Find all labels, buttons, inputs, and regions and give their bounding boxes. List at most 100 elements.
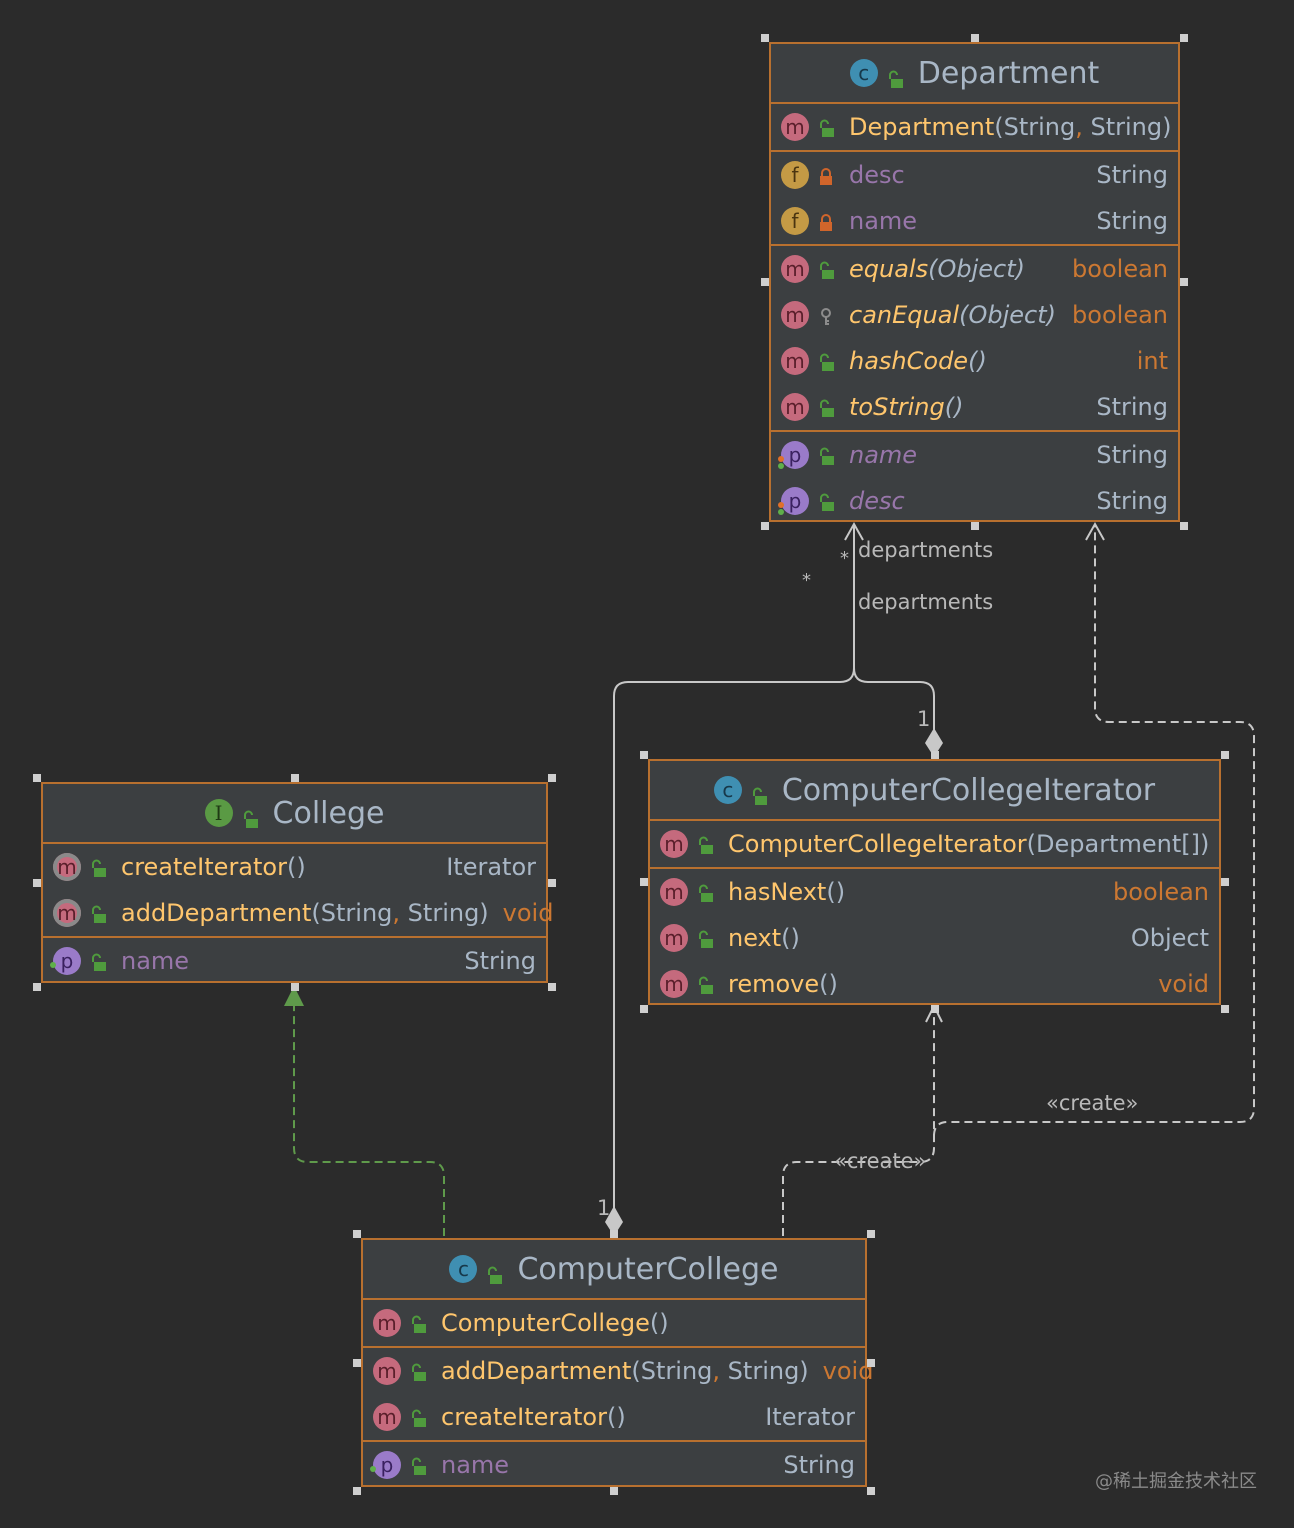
resize-handle[interactable] — [640, 751, 648, 759]
resize-handle[interactable] — [353, 1230, 361, 1238]
public-icon — [696, 928, 714, 948]
method-row-next[interactable]: m next() Object — [650, 915, 1219, 961]
member-type: String — [783, 1451, 855, 1479]
member-type: String — [1096, 441, 1168, 469]
field-row-name[interactable]: f name String — [771, 198, 1178, 244]
resize-handle[interactable] — [33, 774, 41, 782]
method-row-ComputerCollege[interactable]: m ComputerCollege () — [363, 1300, 865, 1346]
field-row-desc[interactable]: p desc String — [771, 478, 1178, 524]
field-row-desc[interactable]: f desc String — [771, 152, 1178, 198]
resize-handle[interactable] — [33, 878, 41, 887]
public-icon — [409, 1361, 427, 1381]
member-params: (Department[]) — [1026, 830, 1210, 858]
resize-handle[interactable] — [353, 1358, 361, 1367]
class-name: College — [272, 795, 385, 831]
resize-handle[interactable] — [970, 34, 979, 42]
resize-handle[interactable] — [1221, 1005, 1229, 1013]
class-computer-college[interactable]: c ComputerCollege m ComputerCollege () m addD… — [361, 1238, 873, 1488]
resize-handle[interactable] — [1180, 522, 1188, 530]
method-icon: m — [781, 113, 809, 141]
field-icon: f — [781, 207, 809, 235]
method-icon: m — [660, 830, 688, 858]
resize-handle[interactable] — [610, 1230, 618, 1238]
public-icon — [485, 1259, 503, 1284]
resize-handle[interactable] — [970, 522, 979, 530]
resize-handle[interactable] — [867, 1358, 875, 1367]
resize-handle[interactable] — [353, 1487, 361, 1495]
method-row-addDepartment[interactable]: m addDepartment (String, String) void — [363, 1348, 873, 1394]
method-icon: m — [660, 878, 688, 906]
public-icon — [817, 117, 835, 137]
resize-handle[interactable] — [930, 1005, 939, 1013]
resize-handle[interactable] — [548, 983, 556, 991]
class-icon: c — [449, 1255, 478, 1283]
method-row-hashCode[interactable]: m hashCode() int — [771, 338, 1178, 384]
method-row-Department[interactable]: m Department (String, String) — [771, 104, 1178, 150]
resize-handle[interactable] — [930, 751, 939, 759]
member-type: void — [822, 1357, 874, 1385]
member-params: () — [968, 347, 987, 375]
resize-handle[interactable] — [290, 983, 299, 991]
member-params: () — [819, 970, 838, 998]
method-row-equals[interactable]: m equals (Object) boolean — [771, 246, 1178, 292]
public-icon — [817, 491, 835, 511]
public-icon — [409, 1407, 427, 1427]
resize-handle[interactable] — [640, 878, 648, 886]
stereotype-label: «create» — [834, 1149, 927, 1173]
resize-handle[interactable] — [1180, 278, 1188, 286]
member-section: m equals (Object) boolean m canEqual (Object) b… — [771, 246, 1178, 432]
public-icon — [241, 803, 259, 828]
member-type: int — [1136, 347, 1168, 375]
method-row-remove[interactable]: m remove () void — [650, 961, 1219, 1007]
public-icon — [886, 63, 904, 88]
resize-handle[interactable] — [548, 774, 556, 782]
method-row-ComputerCollegeIterator[interactable]: m ComputerCollegeIterator (Department[]) — [650, 821, 1219, 867]
resize-handle[interactable] — [640, 1005, 648, 1013]
method-row-createIterator[interactable]: m createIterator () Iterator — [363, 1394, 865, 1440]
member-params: () — [606, 1403, 626, 1431]
method-row-toString[interactable]: m toString() String — [771, 384, 1178, 430]
class-college[interactable]: I College m createIterator () Iterator m addDe… — [41, 782, 553, 984]
public-icon — [696, 882, 714, 902]
member-type: Iterator — [765, 1403, 855, 1431]
field-row-name[interactable]: p name String — [771, 432, 1178, 478]
method-row-canEqual[interactable]: m canEqual (Object) boolean — [771, 292, 1178, 338]
method-icon: m — [373, 1357, 401, 1385]
resize-handle[interactable] — [33, 983, 41, 991]
class-department[interactable]: c Department m Department (String, String) f d… — [769, 42, 1180, 522]
class-header[interactable]: c Department — [771, 44, 1178, 104]
class-header[interactable]: I College — [43, 784, 546, 844]
public-icon — [89, 857, 107, 877]
resize-handle[interactable] — [1221, 751, 1229, 759]
member-name: next — [728, 924, 782, 952]
method-row-createIterator[interactable]: m createIterator () Iterator — [43, 844, 546, 890]
watermark: @稀土掘金技术社区 — [1095, 1471, 1257, 1492]
class-header[interactable]: c ComputerCollege — [363, 1240, 865, 1300]
method-row-hasNext[interactable]: m hasNext() boolean — [650, 869, 1219, 915]
class-computer-college-iterator[interactable]: c ComputerCollegeIterator m ComputerCollege… — [648, 759, 1221, 1005]
resize-handle[interactable] — [761, 522, 769, 530]
resize-handle[interactable] — [1180, 34, 1188, 42]
class-header[interactable]: c ComputerCollegeIterator — [650, 761, 1219, 821]
resize-handle[interactable] — [761, 278, 769, 286]
public-icon — [817, 259, 835, 279]
method-row-addDepartment[interactable]: m addDepartment (String, String) void — [43, 890, 553, 936]
resize-handle[interactable] — [610, 1487, 618, 1495]
resize-handle[interactable] — [761, 34, 769, 42]
resize-handle[interactable] — [548, 878, 556, 887]
resize-handle[interactable] — [867, 1230, 875, 1238]
member-params: () — [826, 878, 846, 906]
member-params: (Object) — [959, 301, 1056, 329]
class-name: Department — [917, 55, 1100, 91]
member-name: name — [441, 1451, 510, 1479]
member-section: m createIterator () Iterator m addDepartment… — [43, 844, 553, 938]
field-row-name[interactable]: p name String — [43, 938, 546, 984]
resize-handle[interactable] — [290, 774, 299, 782]
member-section: p name String p desc String — [771, 432, 1178, 524]
member-name: canEqual — [849, 301, 960, 329]
resize-handle[interactable] — [867, 1487, 875, 1495]
resize-handle[interactable] — [1221, 878, 1229, 886]
public-icon — [409, 1313, 427, 1333]
field-row-name[interactable]: p name String — [363, 1442, 865, 1488]
public-icon — [817, 445, 835, 465]
